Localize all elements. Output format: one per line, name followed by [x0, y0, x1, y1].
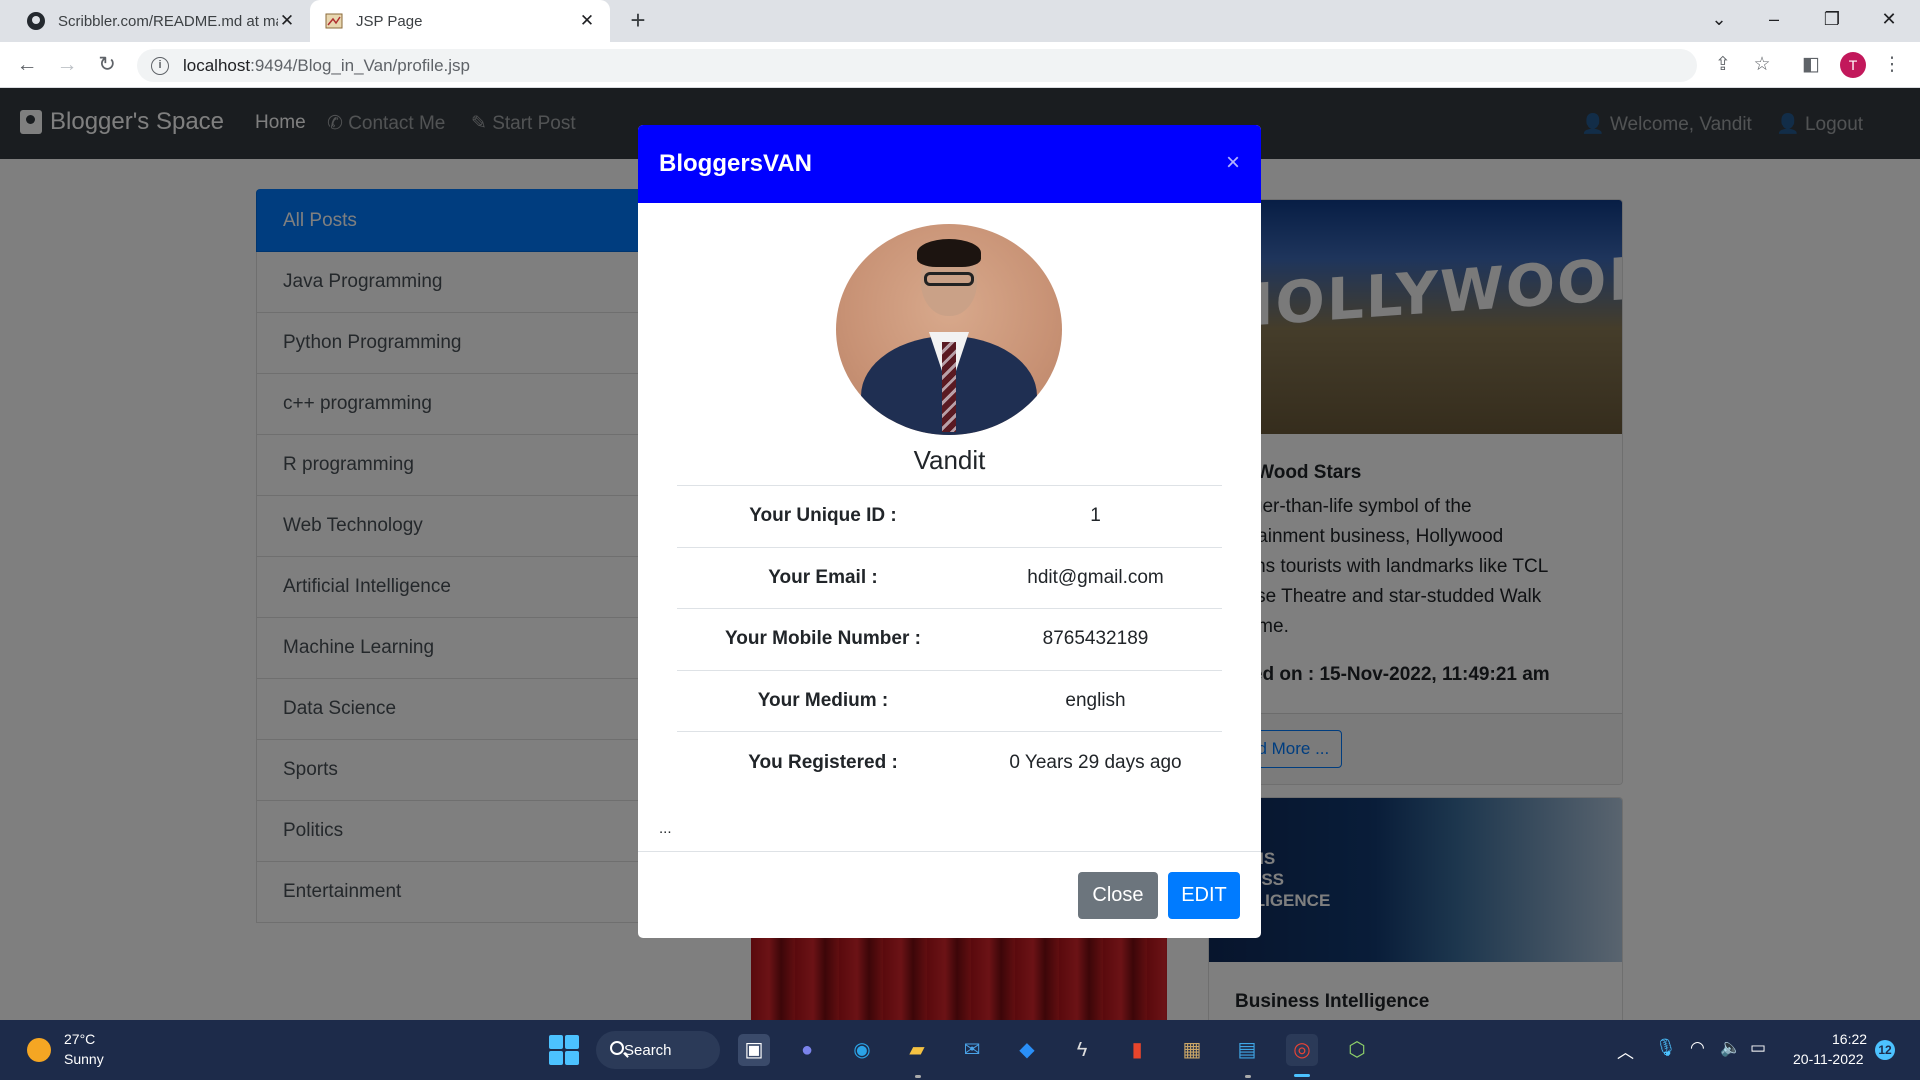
edit-button[interactable]: EDIT [1168, 872, 1240, 919]
table-row: Your Unique ID : 1 [677, 485, 1222, 548]
table-row: You Registered : 0 Years 29 days ago [677, 731, 1222, 794]
app-bolt-icon[interactable]: ϟ [1066, 1034, 1098, 1066]
tab-jsp-page[interactable]: JSP Page ✕ [310, 0, 610, 42]
table-row: Your Mobile Number : 8765432189 [677, 608, 1222, 671]
row-value: 0 Years 29 days ago [1009, 751, 1182, 773]
row-value: english [1065, 689, 1126, 711]
close-window-button[interactable]: ✕ [1866, 0, 1912, 40]
row-label: Your Email : [768, 566, 878, 588]
close-tab-icon[interactable]: ✕ [278, 11, 296, 31]
row-label: Your Medium : [757, 689, 889, 711]
notepad-icon[interactable]: ▤ [1231, 1034, 1263, 1066]
web-page: Blogger's Space Home ✆ Contact Me ✎ Star… [0, 88, 1920, 1020]
close-tab-icon[interactable]: ✕ [578, 11, 596, 31]
taskbar-search-label: Search [624, 1041, 672, 1059]
running-indicator [1245, 1075, 1251, 1078]
side-panel-icon[interactable]: ◧ [1797, 51, 1825, 79]
modal-header: BloggersVAN × [638, 125, 1261, 203]
url-field[interactable]: i localhost:9494/Blog_in_Van/profile.jsp [137, 49, 1697, 82]
app-cube-icon[interactable]: ⬡ [1341, 1034, 1373, 1066]
restore-button[interactable]: ❐ [1809, 0, 1855, 40]
bookmark-star-icon[interactable]: ☆ [1748, 51, 1776, 79]
close-button[interactable]: Close [1078, 872, 1158, 919]
profile-photo [836, 224, 1062, 435]
task-view-icon[interactable]: ▣ [738, 1034, 770, 1066]
running-indicator [915, 1075, 921, 1078]
speaker-icon[interactable]: 🔈 [1720, 1038, 1741, 1058]
address-bar-row: ← → ↻ i localhost:9494/Blog_in_Van/profi… [0, 42, 1920, 88]
table-row: Your Email : hdit@gmail.com [677, 547, 1222, 609]
windows-taskbar: 27°C Sunny Search ▣ ● ◉ ▰ ✉ ◆ ϟ ▮ ▦ ▤ ◎ … [0, 1020, 1920, 1080]
tab-title: Scribbler.com/README.md at ma [58, 12, 278, 30]
profile-avatar[interactable]: T [1840, 52, 1866, 78]
mail-icon[interactable]: ✉ [956, 1034, 988, 1066]
clock-time[interactable]: 16:22 [1832, 1031, 1867, 1047]
minimize-button[interactable]: – [1751, 0, 1797, 40]
weather-temperature[interactable]: 27°C [64, 1031, 95, 1047]
tab-github-readme[interactable]: Scribbler.com/README.md at ma ✕ [12, 0, 310, 42]
browser-tab-strip: Scribbler.com/README.md at ma ✕ JSP Page… [0, 0, 1920, 42]
row-label: You Registered : [748, 751, 898, 773]
teams-icon[interactable]: ● [791, 1034, 823, 1066]
close-icon[interactable]: × [1226, 151, 1240, 175]
profile-photo-hair [917, 239, 981, 267]
profile-photo-glasses [924, 272, 974, 286]
profile-photo-tie [942, 342, 956, 432]
back-arrow-icon[interactable]: ← [11, 49, 43, 81]
image-viewer-icon[interactable]: ▦ [1176, 1034, 1208, 1066]
profile-details-table: Your Unique ID : 1 Your Email : hdit@gma… [677, 485, 1222, 793]
microphone-icon[interactable]: 🎙 [1655, 1038, 1677, 1058]
weather-sun-icon[interactable] [27, 1038, 51, 1062]
search-icon [610, 1041, 624, 1055]
new-tab-button[interactable]: + [622, 4, 654, 36]
row-label: Your Mobile Number : [725, 628, 921, 650]
url-path: :9494/Blog_in_Van/profile.jsp [250, 55, 471, 75]
chrome-icon[interactable]: ◎ [1286, 1034, 1318, 1066]
office-icon[interactable]: ▮ [1121, 1034, 1153, 1066]
github-icon [26, 11, 46, 31]
table-row: Your Medium : english [677, 670, 1222, 732]
modal-footer: Close EDIT [638, 851, 1261, 938]
reload-icon[interactable]: ↻ [91, 49, 123, 81]
row-value: 8765432189 [1042, 628, 1149, 650]
modal-title: BloggersVAN [659, 150, 812, 177]
url-text: localhost:9494/Blog_in_Van/profile.jsp [183, 56, 470, 76]
row-value: hdit@gmail.com [1027, 566, 1164, 588]
menu-kebab-icon[interactable]: ⋮ [1878, 51, 1906, 79]
profile-name: Vandit [913, 445, 986, 475]
row-value: 1 [1090, 505, 1101, 527]
file-explorer-icon[interactable]: ▰ [901, 1034, 933, 1066]
share-icon[interactable]: ⇪ [1709, 51, 1737, 79]
dropbox-icon[interactable]: ◆ [1011, 1034, 1043, 1066]
battery-icon[interactable]: ▭ [1750, 1038, 1766, 1058]
tab-search-chevron-icon[interactable]: ⌄ [1696, 0, 1742, 40]
weather-description[interactable]: Sunny [64, 1051, 104, 1067]
modal-ellipsis: ... [659, 820, 672, 837]
site-info-icon[interactable]: i [151, 56, 169, 75]
edge-icon[interactable]: ◉ [846, 1034, 878, 1066]
url-host: localhost [183, 55, 251, 75]
tab-title: JSP Page [356, 12, 423, 30]
profile-modal: BloggersVAN × Vandit Your Unique ID : 1 … [638, 125, 1261, 938]
jsp-page-icon [324, 11, 344, 31]
row-label: Your Unique ID : [749, 505, 897, 527]
active-app-indicator [1294, 1074, 1310, 1077]
wifi-icon[interactable]: ◠ [1690, 1038, 1705, 1058]
notification-badge[interactable]: 12 [1875, 1040, 1895, 1060]
forward-arrow-icon[interactable]: → [51, 49, 83, 81]
windows-start-icon[interactable] [549, 1035, 579, 1065]
clock-date[interactable]: 20-11-2022 [1793, 1051, 1864, 1067]
chevron-up-icon[interactable]: ︿ [1617, 1038, 1634, 1063]
taskbar-search[interactable]: Search [596, 1031, 720, 1069]
